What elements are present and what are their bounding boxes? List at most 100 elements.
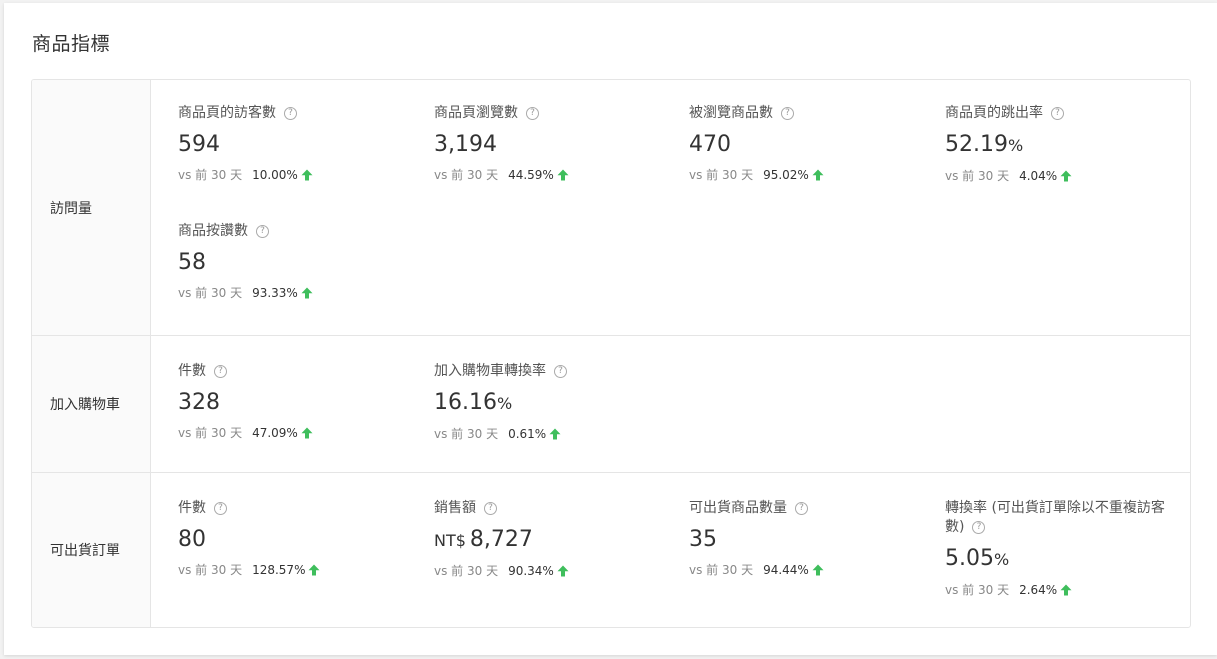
help-icon[interactable]: ?: [256, 225, 269, 238]
help-icon[interactable]: ?: [284, 107, 297, 120]
compare-prefix: vs 前 30 天: [689, 563, 754, 577]
arrow-up-icon: [549, 428, 561, 439]
compare-prefix: vs 前 30 天: [434, 168, 499, 182]
metric-item: 商品頁瀏覽數? 3,194 vs 前 30 天 44.59%: [434, 104, 674, 183]
value-unit: %: [1007, 136, 1024, 155]
help-icon[interactable]: ?: [554, 365, 567, 378]
metric-title: 銷售額?: [434, 499, 674, 518]
metric-title: 件數?: [178, 499, 418, 518]
help-icon[interactable]: ?: [214, 365, 227, 378]
help-icon[interactable]: ?: [214, 502, 227, 515]
value-number: 52.19: [945, 132, 1008, 157]
product-metrics-card: 商品指標 訪問量 商品頁的訪客數? 594 vs 前 30 天 10.00% 商品頁瀏覽數…: [4, 3, 1217, 655]
metric-comparison: vs 前 30 天 44.59%: [434, 166, 674, 183]
metric-title: 商品按讚數?: [178, 222, 418, 241]
metric-section: 訪問量 商品頁的訪客數? 594 vs 前 30 天 10.00% 商品頁瀏覽數? 3,19…: [32, 80, 1190, 336]
compare-percent: 93.33%: [252, 285, 298, 300]
help-icon[interactable]: ?: [795, 502, 808, 515]
section-label: 訪問量: [32, 80, 151, 335]
arrow-up-icon: [301, 169, 313, 180]
metric-value: 328: [178, 390, 418, 416]
metric-item: 加入購物車轉換率? 16.16% vs 前 30 天 0.61%: [434, 362, 674, 442]
metric-title: 商品頁的跳出率?: [945, 104, 1185, 123]
value-unit: %: [496, 394, 513, 413]
arrow-up-icon: [301, 287, 313, 298]
metric-value: 52.19%: [945, 132, 1185, 159]
help-icon[interactable]: ?: [781, 107, 794, 120]
value-number: 3,194: [434, 132, 497, 157]
compare-prefix: vs 前 30 天: [945, 169, 1010, 183]
compare-percent: 90.34%: [508, 563, 554, 578]
metric-value: 80: [178, 527, 418, 553]
metric-item: 件數? 80 vs 前 30 天 128.57%: [178, 499, 418, 578]
arrow-up-icon: [557, 169, 569, 180]
compare-percent: 44.59%: [508, 167, 554, 182]
arrow-up-icon: [812, 564, 824, 575]
metric-title-text: 商品按讚數: [178, 223, 248, 239]
metric-item: 轉換率 (可出貨訂單除以不重複訪客數)? 5.05% vs 前 30 天 2.64%: [945, 499, 1185, 598]
metrics-table: 訪問量 商品頁的訪客數? 594 vs 前 30 天 10.00% 商品頁瀏覽數? 3,19…: [31, 79, 1191, 628]
metric-title-text: 銷售額: [434, 500, 476, 516]
metric-value: NT$ 8,727: [434, 527, 674, 554]
compare-percent: 128.57%: [252, 562, 306, 577]
metric-title-text: 商品頁的訪客數: [178, 105, 276, 121]
value-number: 35: [689, 527, 717, 552]
compare-percent: 94.44%: [763, 562, 809, 577]
metric-value: 470: [689, 132, 929, 158]
help-icon[interactable]: ?: [484, 502, 497, 515]
compare-prefix: vs 前 30 天: [178, 426, 243, 440]
value-number: 5.05: [945, 546, 994, 571]
metric-item: 銷售額? NT$ 8,727 vs 前 30 天 90.34%: [434, 499, 674, 579]
value-number: 16.16: [434, 390, 497, 415]
value-unit: %: [993, 550, 1010, 569]
compare-prefix: vs 前 30 天: [178, 168, 243, 182]
compare-percent: 95.02%: [763, 167, 809, 182]
help-icon[interactable]: ?: [526, 107, 539, 120]
metric-value: 16.16%: [434, 390, 674, 417]
metric-comparison: vs 前 30 天 90.34%: [434, 562, 674, 579]
metric-comparison: vs 前 30 天 2.64%: [945, 581, 1185, 598]
compare-percent: 2.64%: [1019, 582, 1058, 597]
value-number: 594: [178, 132, 220, 157]
metric-item: 商品按讚數? 58 vs 前 30 天 93.33%: [178, 222, 418, 301]
value-number: 470: [689, 132, 731, 157]
arrow-up-icon: [1060, 170, 1072, 181]
metric-comparison: vs 前 30 天 47.09%: [178, 424, 418, 441]
card-title: 商品指標: [32, 33, 111, 55]
arrow-up-icon: [1060, 584, 1072, 595]
metric-section: 加入購物車 件數? 328 vs 前 30 天 47.09% 加入購物車轉換率? 16.16…: [32, 336, 1190, 473]
compare-prefix: vs 前 30 天: [178, 563, 243, 577]
metric-title: 商品頁瀏覽數?: [434, 104, 674, 123]
compare-prefix: vs 前 30 天: [434, 564, 499, 578]
metric-comparison: vs 前 30 天 93.33%: [178, 284, 418, 301]
arrow-up-icon: [557, 565, 569, 576]
compare-prefix: vs 前 30 天: [689, 168, 754, 182]
compare-percent: 4.04%: [1019, 168, 1058, 183]
metric-item: 被瀏覽商品數? 470 vs 前 30 天 95.02%: [689, 104, 929, 183]
metric-title-text: 件數: [178, 500, 206, 516]
metric-value: 58: [178, 250, 418, 276]
value-prefix: NT$: [434, 531, 466, 550]
metric-item: 商品頁的跳出率? 52.19% vs 前 30 天 4.04%: [945, 104, 1185, 184]
compare-percent: 0.61%: [508, 426, 547, 441]
metric-value: 35: [689, 527, 929, 553]
metric-comparison: vs 前 30 天 94.44%: [689, 561, 929, 578]
section-label: 加入購物車: [32, 336, 151, 472]
help-icon[interactable]: ?: [972, 520, 986, 534]
metric-comparison: vs 前 30 天 0.61%: [434, 425, 674, 442]
value-number: 8,727: [469, 527, 533, 552]
metric-title: 件數?: [178, 362, 418, 381]
metric-title: 被瀏覽商品數?: [689, 104, 929, 123]
arrow-up-icon: [308, 564, 320, 575]
compare-percent: 47.09%: [252, 425, 298, 440]
metric-comparison: vs 前 30 天 128.57%: [178, 561, 418, 578]
value-number: 328: [178, 390, 220, 415]
metric-section: 可出貨訂單 件數? 80 vs 前 30 天 128.57% 銷售額? NT$ 8,727 vs…: [32, 473, 1190, 627]
metric-comparison: vs 前 30 天 95.02%: [689, 166, 929, 183]
help-icon[interactable]: ?: [1051, 107, 1064, 120]
metric-value: 594: [178, 132, 418, 158]
value-number: 58: [178, 250, 206, 275]
metric-title-text: 商品頁的跳出率: [945, 105, 1043, 121]
metric-title-text: 可出貨商品數量: [689, 500, 787, 516]
metric-title-text: 加入購物車轉換率: [434, 363, 546, 379]
